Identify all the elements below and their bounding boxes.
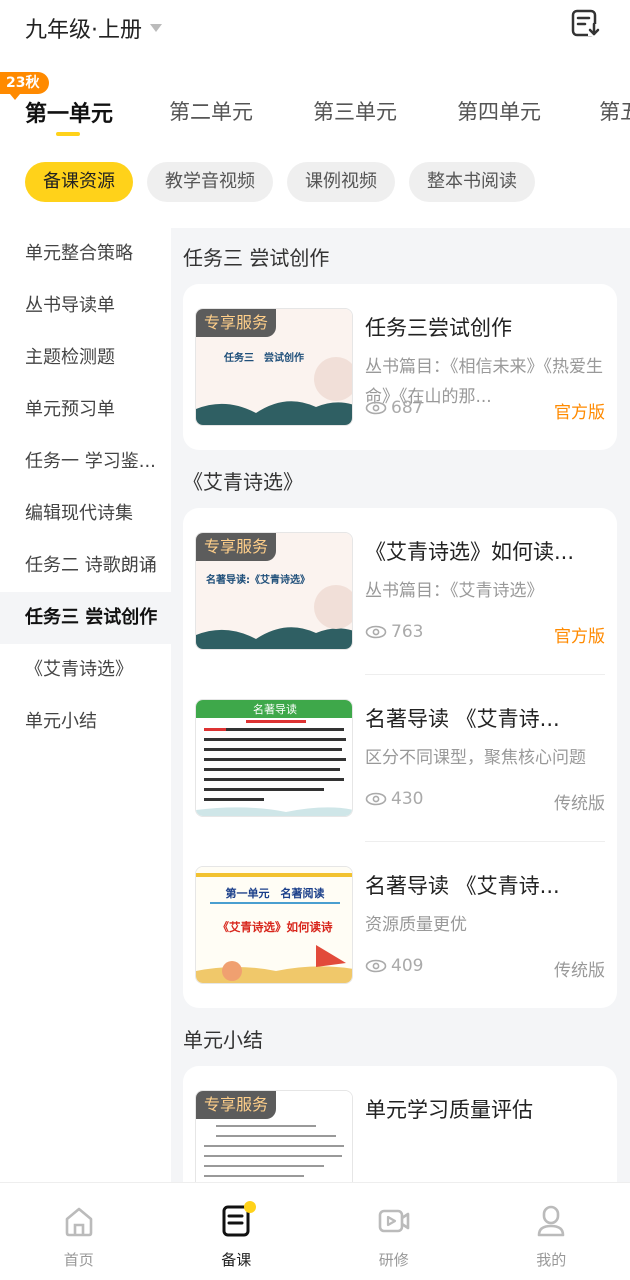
views-value: 430	[391, 789, 424, 809]
exclusive-badge: 专享服务	[196, 309, 277, 337]
nav-label: 备课	[221, 1251, 252, 1269]
nav-label: 首页	[63, 1251, 94, 1269]
resource-thumbnail: 名著导读	[195, 699, 353, 817]
dropdown-arrow-icon	[150, 24, 162, 32]
resource-card: 任务三 尝试创作 专享服务 任务三尝试创作 丛书篇目：《相信未来》《热爱生命》《…	[183, 284, 617, 450]
tab-unit-1[interactable]: 第一单元	[25, 96, 113, 128]
bottom-nav: 首页 备课 研修 我的	[0, 1182, 630, 1280]
sidebar-item-task1[interactable]: 任务一 学习鉴...	[0, 436, 171, 488]
season-badge: 23秋	[0, 72, 50, 100]
exclusive-badge: 专享服务	[196, 1091, 277, 1119]
grade-selector[interactable]: 九年级·上册	[25, 12, 162, 44]
version-label: 官方版	[554, 627, 605, 647]
eye-icon	[365, 792, 387, 806]
unit-tabs: 23秋 第一单元 第二单元 第三单元 第四单元 第五	[0, 72, 630, 144]
sidebar: 单元整合策略 丛书导读单 主题检测题 单元预习单 任务一 学习鉴... 编辑现代…	[0, 228, 171, 1182]
chip-whole-book-reading[interactable]: 整本书阅读	[409, 162, 535, 202]
section-title: 《艾青诗选》	[183, 470, 303, 494]
section-title: 单元小结	[183, 1028, 263, 1052]
sidebar-item-task2[interactable]: 任务二 诗歌朗诵	[0, 540, 171, 592]
views-count: 409	[365, 956, 423, 976]
views-count: 430	[365, 789, 423, 809]
thumb-header: 名著导读	[253, 702, 297, 716]
tab-unit-3[interactable]: 第三单元	[313, 96, 397, 126]
version-label: 传统版	[554, 961, 605, 981]
sidebar-item-task3[interactable]: 任务三 尝试创作	[0, 592, 171, 644]
views-value: 409	[391, 956, 424, 976]
chip-lesson-videos[interactable]: 课例视频	[287, 162, 395, 202]
thumb-line1: 第一单元 名著阅读	[226, 886, 325, 900]
tab-unit-2[interactable]: 第二单元	[169, 96, 253, 126]
sidebar-item-guide[interactable]: 丛书导读单	[0, 280, 171, 332]
content-area: 单元整合策略 丛书导读单 主题检测题 单元预习单 任务一 学习鉴... 编辑现代…	[0, 228, 630, 1182]
resource-desc: 资源质量更优	[365, 915, 467, 935]
home-icon	[65, 1207, 93, 1237]
active-tab-indicator	[56, 132, 80, 136]
resource-title: 《艾青诗选》如何读...	[365, 540, 575, 564]
sidebar-item-summary[interactable]: 单元小结	[0, 696, 171, 748]
active-dot	[244, 1201, 257, 1213]
resource-card: 名著导读:《艾青诗选》 专享服务 《艾青诗选》如何读... 丛书篇目：《艾青诗选…	[183, 508, 617, 1008]
chip-prep-resources[interactable]: 备课资源	[25, 162, 133, 202]
views-count: 687	[365, 398, 423, 418]
sidebar-item-strategy[interactable]: 单元整合策略	[0, 228, 171, 280]
resource-thumbnail: 第一单元 名著阅读 《艾青诗选》如何读诗	[195, 866, 353, 984]
profile-icon	[537, 1205, 565, 1237]
nav-label: 我的	[536, 1251, 567, 1269]
resource-list: 任务三 尝试创作 任务三 尝试创作 专享服务 任务三尝试创作 丛书篇目：《相信未…	[171, 228, 630, 1182]
thumb-caption: 任务三 尝试创作	[223, 351, 304, 364]
video-training-icon	[378, 1209, 410, 1233]
resource-desc: 丛书篇目：《艾青诗选》	[365, 581, 544, 601]
views-count: 763	[365, 622, 423, 642]
exclusive-badge: 专享服务	[196, 533, 277, 561]
chip-teaching-av[interactable]: 教学音视频	[147, 162, 273, 202]
resource-card: 专享服务 单元学习质量评估	[183, 1066, 617, 1182]
grade-label: 九年级·上册	[25, 18, 142, 43]
resource-thumbnail: 任务三 尝试创作 专享服务	[195, 308, 353, 426]
views-value: 687	[391, 398, 424, 418]
top-header: 九年级·上册	[0, 0, 630, 64]
resource-item[interactable]: 名著导读:《艾青诗选》 专享服务 《艾青诗选》如何读... 丛书篇目：《艾青诗选…	[183, 508, 617, 674]
nav-lesson-prep[interactable]: 备课	[158, 1183, 316, 1280]
sidebar-item-edit-collection[interactable]: 编辑现代诗集	[0, 488, 171, 540]
version-label: 官方版	[554, 403, 605, 423]
resource-desc: 区分不同课型，聚焦核心问题	[365, 748, 586, 768]
nav-profile[interactable]: 我的	[473, 1183, 630, 1280]
thumb-caption: 名著导读:《艾青诗选》	[206, 573, 310, 586]
version-label: 传统版	[554, 794, 605, 814]
nav-label: 研修	[378, 1251, 409, 1269]
resource-title: 任务三尝试创作	[365, 316, 512, 340]
sidebar-item-preview[interactable]: 单元预习单	[0, 384, 171, 436]
nav-training[interactable]: 研修	[315, 1183, 473, 1280]
resource-item[interactable]: 第一单元 名著阅读 《艾青诗选》如何读诗 名著导读 《艾青诗... 资源质量更优…	[183, 842, 617, 1008]
resource-title: 名著导读 《艾青诗...	[365, 874, 560, 898]
section-title: 任务三 尝试创作	[183, 246, 330, 270]
category-chips: 备课资源 教学音视频 课例视频 整本书阅读	[25, 162, 535, 204]
sidebar-item-aiqing[interactable]: 《艾青诗选》	[0, 644, 171, 696]
list-download-icon[interactable]	[568, 6, 602, 40]
resource-item[interactable]: 名著导读 名著导读 《艾青诗... 区分不同课型，聚焦核心问题 430 传统版	[183, 675, 617, 841]
resource-item[interactable]: 任务三 尝试创作 专享服务 任务三尝试创作 丛书篇目：《相信未来》《热爱生命》《…	[183, 284, 617, 450]
resource-title: 单元学习质量评估	[365, 1098, 533, 1122]
eye-icon	[365, 959, 387, 973]
tab-unit-4[interactable]: 第四单元	[457, 96, 541, 126]
nav-home[interactable]: 首页	[0, 1183, 158, 1280]
resource-item[interactable]: 专享服务 单元学习质量评估	[183, 1066, 617, 1182]
eye-icon	[365, 625, 387, 639]
thumb-line2: 《艾青诗选》如何读诗	[218, 920, 333, 934]
eye-icon	[365, 401, 387, 415]
resource-title: 名著导读 《艾青诗...	[365, 707, 560, 731]
sidebar-item-test[interactable]: 主题检测题	[0, 332, 171, 384]
resource-thumbnail: 专享服务	[195, 1090, 353, 1182]
tab-unit-5[interactable]: 第五	[599, 96, 630, 126]
resource-thumbnail: 名著导读:《艾青诗选》 专享服务	[195, 532, 353, 650]
views-value: 763	[391, 622, 424, 642]
